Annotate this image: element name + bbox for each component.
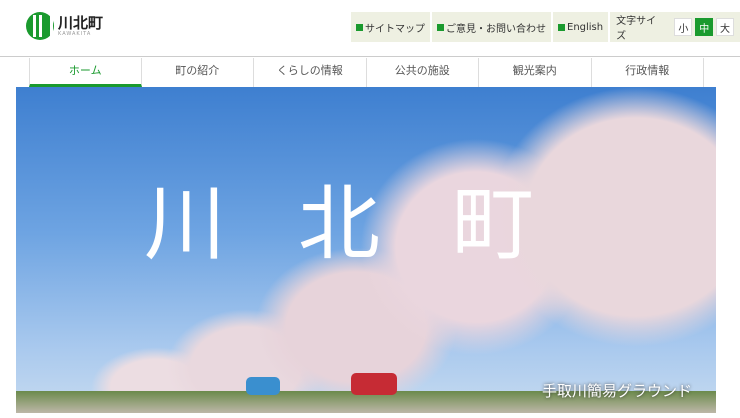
font-size-label: 文字サイズ — [616, 16, 657, 42]
main-nav: ホーム 町の紹介 くらしの情報 公共の施設 観光案内 行政情報 — [29, 58, 704, 87]
hero-caption: 手取川簡易グラウンド — [541, 382, 692, 400]
utility-links: サイトマップ ご意見・お問い合わせ English 文字サイズ 小 中 大 — [351, 12, 740, 42]
font-size-small-button[interactable]: 小 — [674, 18, 693, 36]
bullet-icon — [437, 23, 444, 31]
blue-car — [246, 377, 280, 395]
bullet-icon — [558, 23, 565, 31]
english-link[interactable]: English — [553, 12, 611, 42]
hero-image: 川北町 手取川簡易グラウンド — [16, 87, 716, 413]
font-size-medium-button[interactable]: 中 — [695, 18, 714, 36]
nav-administration[interactable]: 行政情報 — [592, 58, 704, 87]
red-car — [351, 373, 397, 395]
nav-town-intro[interactable]: 町の紹介 — [142, 58, 254, 87]
font-size-control: 文字サイズ 小 中 大 — [610, 12, 740, 42]
logo-name: 川北町 — [58, 14, 104, 32]
site-logo[interactable]: 川北町 KAWAKITA — [26, 12, 103, 40]
font-size-large-button[interactable]: 大 — [716, 18, 734, 36]
nav-home[interactable]: ホーム — [29, 58, 142, 87]
town-emblem-icon — [26, 12, 54, 40]
sitemap-link[interactable]: サイトマップ — [351, 12, 432, 42]
header-divider — [0, 56, 740, 57]
hero-title: 川北町 — [144, 177, 607, 272]
nav-living-info[interactable]: くらしの情報 — [254, 58, 367, 87]
nav-tourism[interactable]: 観光案内 — [479, 58, 592, 87]
bullet-icon — [356, 23, 363, 31]
contact-link[interactable]: ご意見・お問い合わせ — [432, 12, 553, 42]
logo-sub: KAWAKITA — [58, 31, 92, 37]
nav-public-facilities[interactable]: 公共の施設 — [367, 58, 479, 87]
